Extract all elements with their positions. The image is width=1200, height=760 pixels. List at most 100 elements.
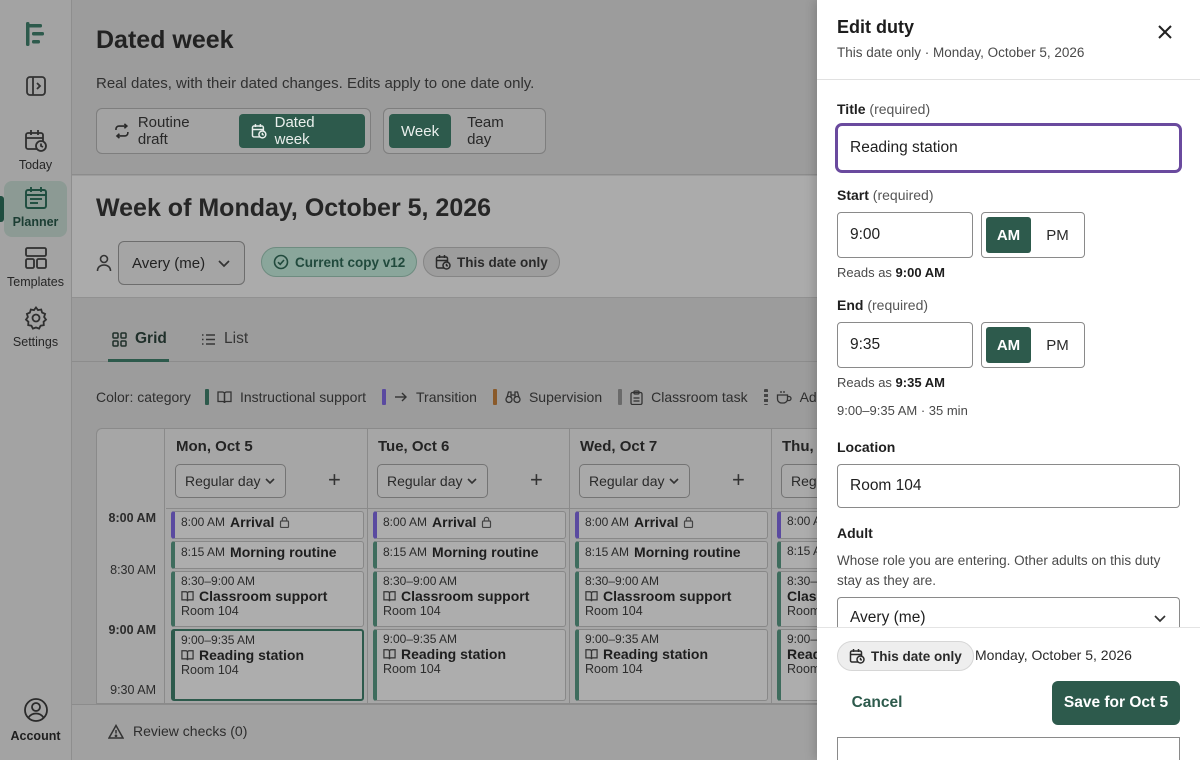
end-am-option[interactable]: AM	[986, 327, 1031, 363]
duty-card[interactable]: 8:15 AM Morning routine	[171, 541, 364, 569]
duty-name: Classroom support	[199, 588, 328, 604]
end-pm-option[interactable]: PM	[1035, 327, 1080, 363]
day-header: Mon, Oct 5 Regular day +	[166, 429, 368, 509]
duty-location: Room 104	[181, 663, 239, 677]
active-tab-underline	[108, 359, 169, 362]
edit-duty-drawer: Edit duty This date only · Monday, Octob…	[817, 0, 1200, 760]
dated-week-option[interactable]: Dated week	[238, 114, 365, 148]
this-date-only-badge: This date only	[837, 641, 974, 671]
duty-card[interactable]: 8:30–9:00 AM Classroom support Room 104	[373, 571, 566, 627]
duty-card[interactable]: 8:30–9:00 AM Classroom support Room 104	[575, 571, 768, 627]
duty-card[interactable]: 8:15 AM Morning routine	[373, 541, 566, 569]
duty-name: Arrival	[634, 514, 679, 530]
chevron-down-icon	[265, 478, 275, 485]
duty-name: Morning routine	[432, 544, 539, 560]
day-type-select[interactable]: Regular day	[175, 464, 286, 498]
add-duty-button[interactable]: +	[530, 469, 543, 491]
location-input[interactable]: Room 104	[837, 464, 1180, 508]
save-button[interactable]: Save for Oct 5	[1052, 681, 1180, 725]
day-type-value: Regular day	[185, 473, 261, 489]
rail-item-planner[interactable]: Planner	[4, 181, 67, 237]
duty-card[interactable]: 8:00 AM Arrival	[373, 511, 566, 539]
tab-grid[interactable]: Grid	[112, 330, 167, 348]
duty-time: 8:30–9:00 AM	[585, 574, 660, 588]
duty-name: Reading station	[401, 646, 507, 662]
review-checks-button[interactable]: Review checks (0)	[108, 723, 247, 739]
close-icon[interactable]	[1154, 21, 1176, 43]
rail-item-account[interactable]: Account	[4, 697, 67, 745]
duty-card[interactable]: 8:30–9:00 AM Classroom support Room 104	[171, 571, 364, 627]
day-type-select[interactable]: Regular day	[579, 464, 690, 498]
book-icon	[585, 649, 598, 660]
grid-icon	[112, 331, 127, 347]
duty-time: 8:00 AM	[585, 515, 630, 529]
duty-card[interactable]: 8:15 AM Morning routine	[575, 541, 768, 569]
add-duty-button[interactable]: +	[732, 469, 745, 491]
end-label-text: End	[837, 297, 864, 313]
time-label: 8:30 AM	[110, 563, 156, 577]
rail-item-label: Templates	[7, 275, 64, 289]
title-input[interactable]: Reading station	[835, 123, 1182, 173]
start-pm-option[interactable]: PM	[1035, 217, 1080, 253]
duty-card-selected[interactable]: 9:00–9:35 AM Reading station Room 104	[171, 629, 364, 701]
week-title: Week of Monday, October 5, 2026	[96, 194, 492, 222]
duty-card[interactable]: 9:00–9:35 AM Reading station Room 104	[575, 629, 768, 701]
duty-name: Morning routine	[230, 544, 337, 560]
legend-label: Classroom task	[651, 389, 748, 405]
day-column: Tue, Oct 6 Regular day + 8:00 AM Arrival …	[368, 429, 570, 703]
time-label: 9:00 AM	[108, 623, 156, 637]
add-duty-button[interactable]: +	[328, 469, 341, 491]
duty-time: 9:00–9:35 AM	[585, 632, 660, 646]
start-time-input[interactable]: 9:00	[837, 212, 973, 258]
duty-time: 8:15 AM	[585, 545, 630, 559]
duty-time: 8:00 AM	[181, 515, 226, 529]
start-label-text: Start	[837, 187, 869, 203]
time-column: 8:00 AM 8:30 AM 9:00 AM 9:30 AM	[97, 429, 165, 703]
legend-title: Color: category	[96, 389, 191, 405]
duty-card[interactable]: 8:00 AM Arrival	[171, 511, 364, 539]
week-option[interactable]: Week	[389, 114, 452, 148]
duty-name: Arrival	[432, 514, 477, 530]
start-ampm-toggle: AM PM	[981, 212, 1085, 258]
rail-item-label: Planner	[12, 215, 59, 229]
end-ampm-toggle: AM PM	[981, 322, 1085, 368]
duty-card[interactable]: 8:00 AM Arrival	[575, 511, 768, 539]
lock-icon	[482, 516, 492, 528]
day-column: Mon, Oct 5 Regular day + 8:00 AM Arrival …	[166, 429, 368, 703]
title-input-value: Reading station	[850, 139, 958, 156]
rail-item-label: Today	[18, 158, 53, 172]
legend-item: Supervision	[492, 389, 602, 405]
reads-as-prefix: Reads as	[837, 265, 892, 280]
sidebar-toggle-icon[interactable]	[24, 74, 48, 98]
duty-name: Classroom support	[401, 588, 530, 604]
day-type-select[interactable]: Regular day	[377, 464, 488, 498]
gear-icon	[24, 306, 47, 330]
rail-item-settings[interactable]: Settings	[4, 301, 67, 357]
required-marker: (required)	[867, 297, 929, 313]
book-icon	[181, 650, 194, 661]
calendar-clock-icon	[251, 124, 267, 139]
day-type-value: Regular day	[589, 473, 665, 489]
day-name: Wed, Oct 7	[580, 438, 658, 455]
start-field-label: Start (required)	[837, 187, 934, 203]
start-am-option[interactable]: AM	[986, 217, 1031, 253]
team-day-option[interactable]: Team day	[455, 114, 540, 148]
coffee-icon	[776, 391, 792, 404]
page-title: Dated week	[96, 26, 234, 54]
binoculars-icon	[505, 391, 521, 404]
tab-list[interactable]: List	[201, 330, 248, 348]
check-circle-icon	[273, 254, 289, 270]
duty-card[interactable]: 9:00–9:35 AM Reading station Room 104	[373, 629, 566, 701]
calendar-clock-icon	[435, 255, 451, 270]
routine-draft-option[interactable]: Routine draft	[102, 114, 235, 148]
end-time-input[interactable]: 9:35	[837, 322, 973, 368]
day-name: Mon, Oct 5	[176, 438, 253, 455]
footer-pill-label: This date only	[871, 648, 962, 664]
app-logo-icon[interactable]	[22, 20, 50, 48]
rail-item-templates[interactable]: Templates	[4, 241, 67, 297]
cancel-button[interactable]: Cancel	[837, 681, 917, 725]
adult-select[interactable]: Avery (me)	[118, 241, 245, 285]
rail-item-today[interactable]: Today	[4, 124, 67, 180]
duty-time: 8:30–9:00 AM	[383, 574, 458, 588]
review-checks-label: Review checks (0)	[133, 723, 248, 739]
